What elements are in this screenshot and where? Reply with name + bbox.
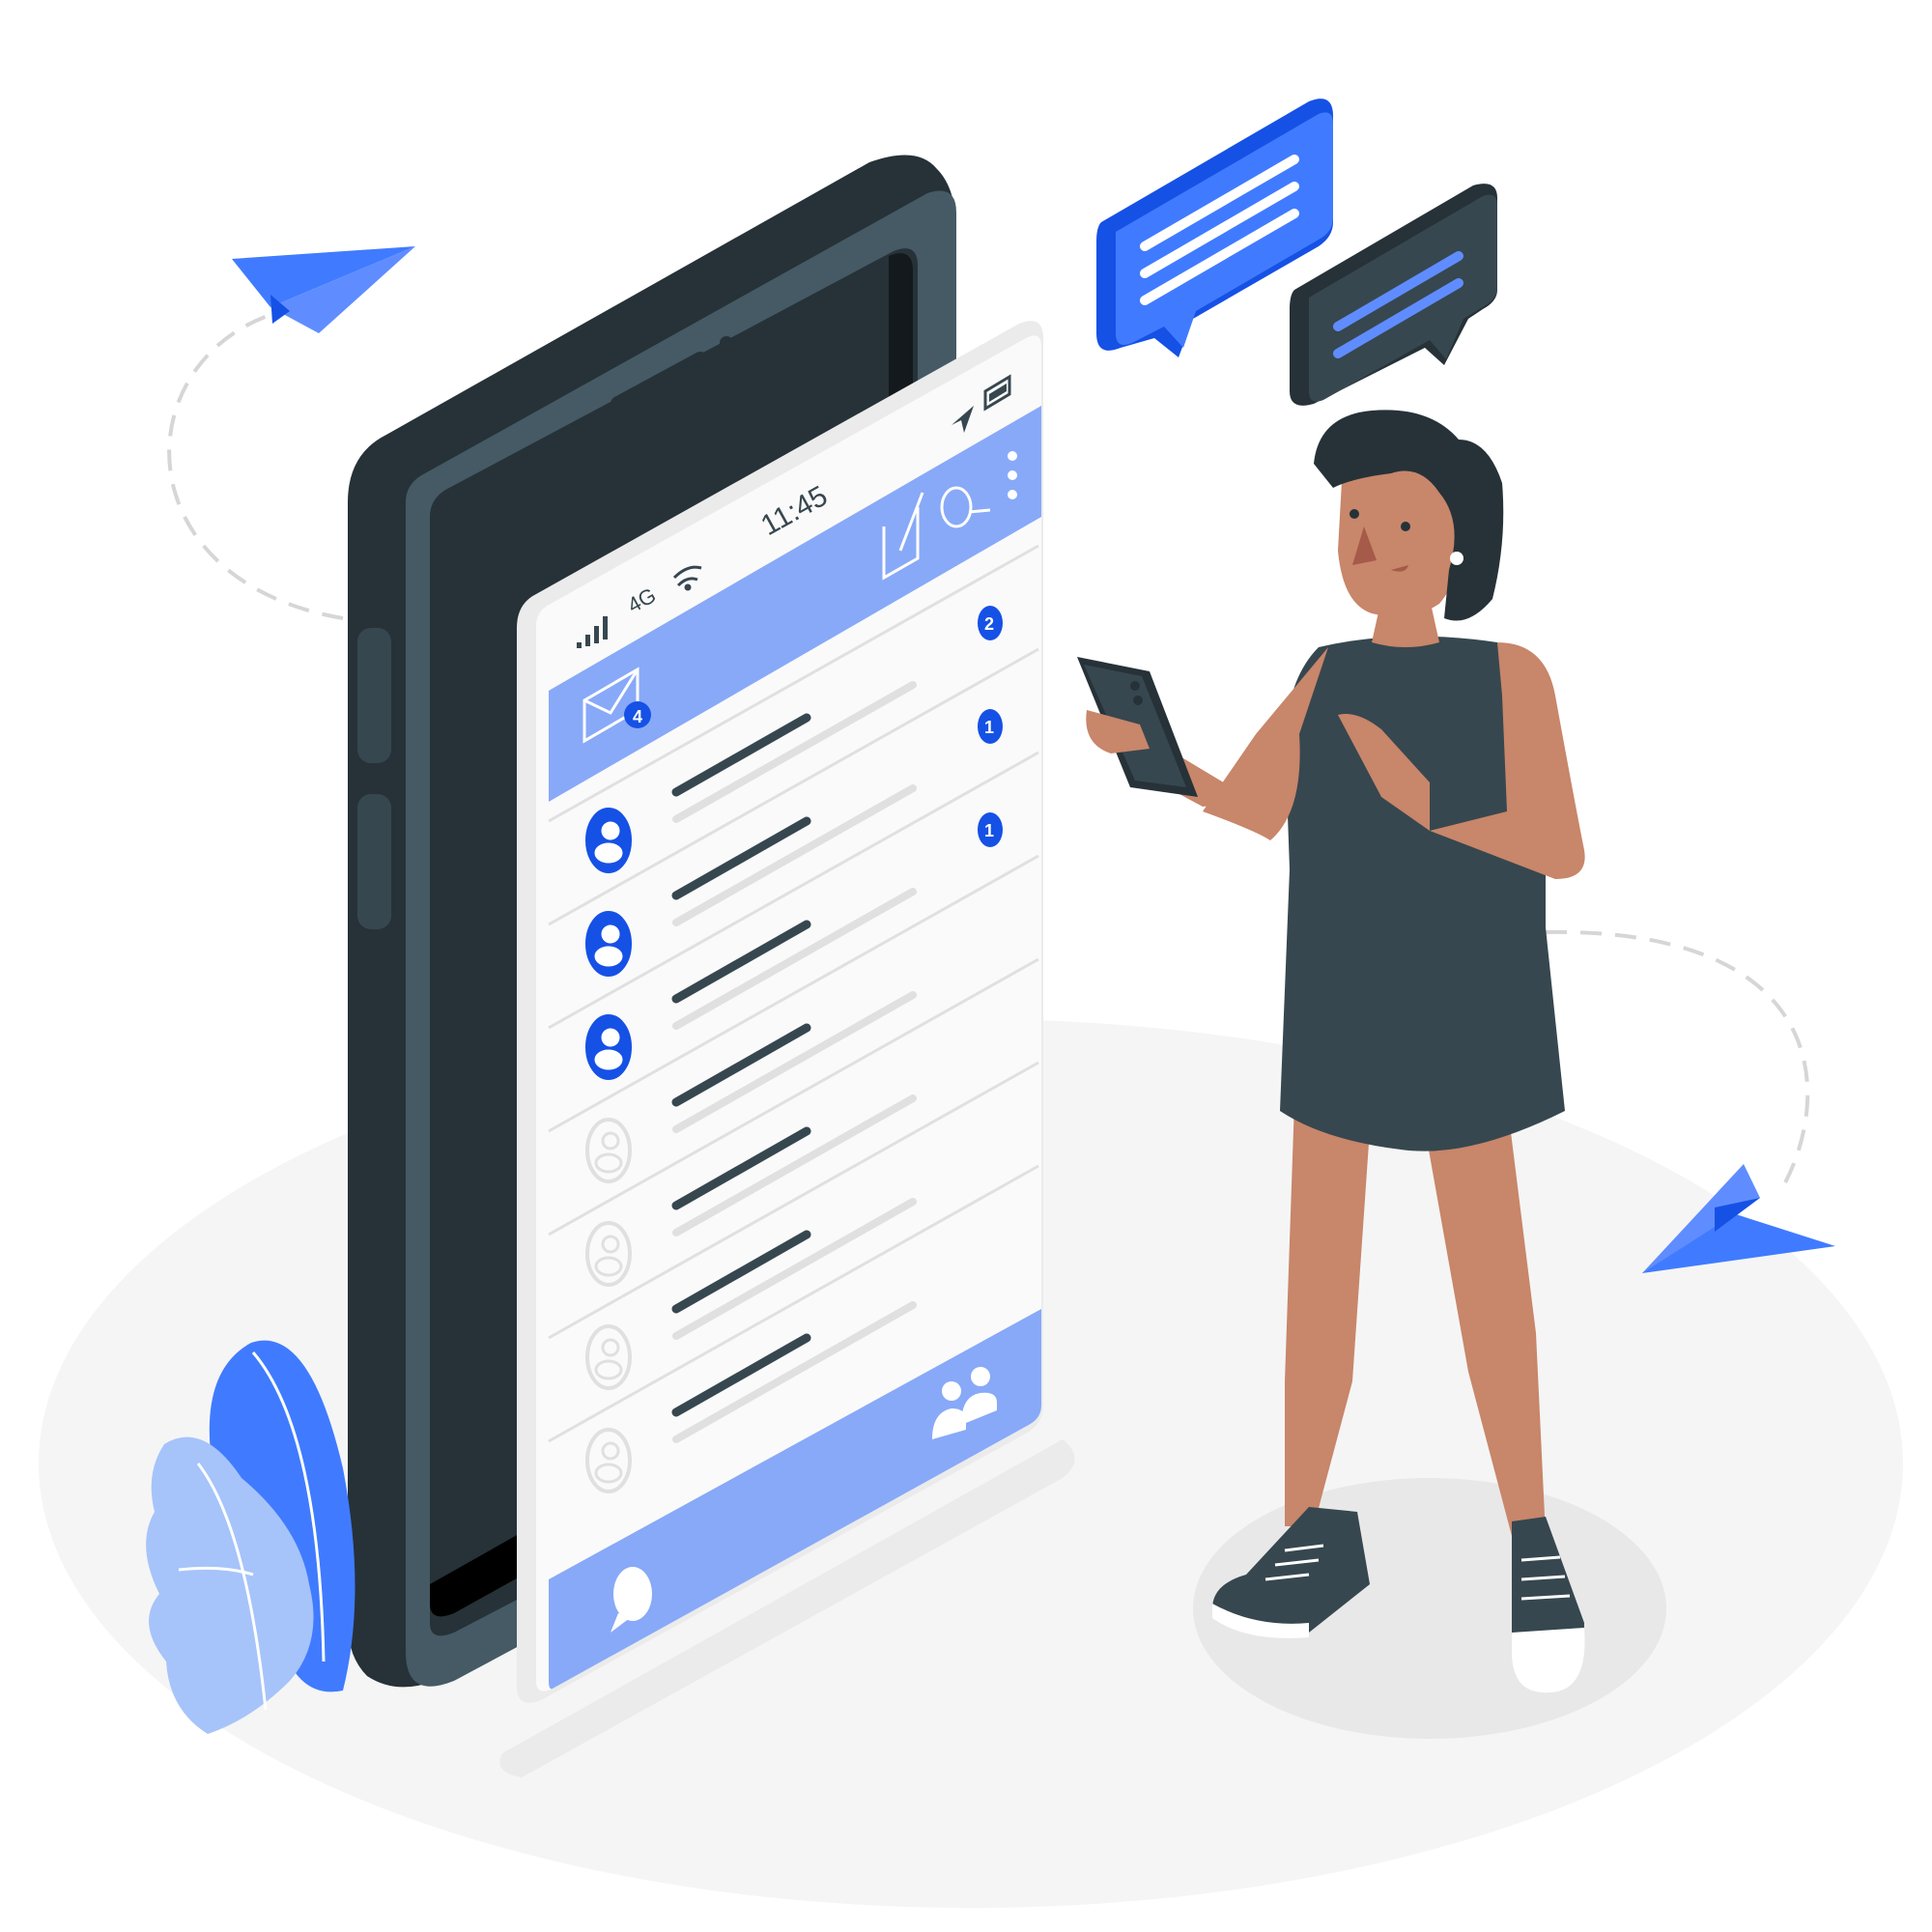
unread-count: 1 xyxy=(984,821,994,840)
unread-count: 2 xyxy=(984,614,994,634)
unread-badge: 1 xyxy=(978,812,1003,847)
more-vertical-icon[interactable] xyxy=(1008,451,1017,499)
mail-badge-count: 4 xyxy=(633,707,642,726)
earring xyxy=(1450,552,1463,565)
user-icon xyxy=(585,1014,632,1080)
user-icon xyxy=(585,911,632,977)
illustration-canvas: 4G 11:45 4 211 xyxy=(39,99,1903,1908)
unread-badge: 1 xyxy=(978,709,1003,744)
unread-badge: 2 xyxy=(978,606,1003,640)
unread-count: 1 xyxy=(984,718,994,737)
dashed-path-left xyxy=(167,307,344,620)
user-icon xyxy=(585,808,632,873)
